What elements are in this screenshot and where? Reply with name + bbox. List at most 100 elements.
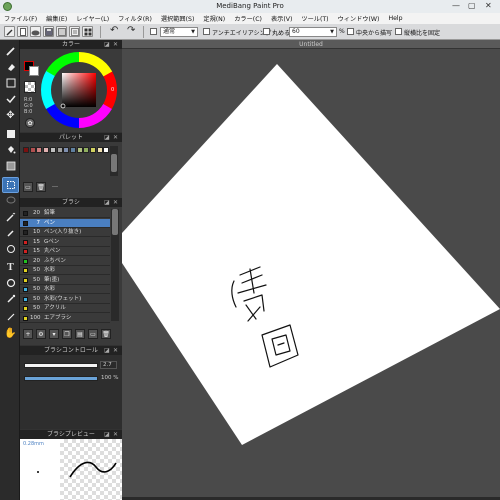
antialias-checkbox[interactable] xyxy=(203,28,210,35)
brush-size-value[interactable]: 2.7 xyxy=(100,361,117,369)
pin-icon[interactable]: ◪ xyxy=(104,40,110,49)
delete-brush-icon[interactable]: 🗑 xyxy=(101,329,111,339)
text-icon[interactable]: T xyxy=(3,260,18,274)
pages-icon[interactable] xyxy=(69,26,80,37)
pin-icon[interactable]: ◪ xyxy=(104,430,110,439)
export-icon[interactable] xyxy=(56,26,67,37)
brush-item[interactable]: 15 Gペン xyxy=(20,238,110,247)
brush-item[interactable]: 15 丸ペン xyxy=(20,247,110,256)
magic-wand-icon[interactable] xyxy=(3,210,18,224)
palette-swatch[interactable] xyxy=(29,147,36,153)
aspect-checkbox[interactable] xyxy=(395,28,402,35)
move-icon[interactable]: ✥ xyxy=(3,108,18,122)
canvas-area[interactable]: Untitled xyxy=(122,40,500,500)
close-icon[interactable]: ✕ xyxy=(113,346,118,355)
palette-swatch[interactable] xyxy=(69,147,76,153)
transparent-color[interactable] xyxy=(24,81,36,93)
menu-filter[interactable]: フィルタ(R) xyxy=(118,14,152,23)
blend-mode-select[interactable]: 通常 ▼ xyxy=(160,27,198,37)
paper[interactable] xyxy=(122,64,500,445)
background-color[interactable] xyxy=(29,66,39,76)
scroll-thumb[interactable] xyxy=(111,154,117,172)
rect-select-icon[interactable] xyxy=(3,76,18,90)
brush-item[interactable]: 50 水彩(ウェット) xyxy=(20,295,110,304)
color-settings-icon[interactable]: ✿ xyxy=(25,118,35,128)
bucket-icon[interactable] xyxy=(3,143,18,157)
brush-item[interactable]: 100 エアブラシ xyxy=(20,314,110,323)
grid-icon[interactable] xyxy=(82,26,93,37)
menu-color[interactable]: カラー(C) xyxy=(234,14,262,23)
add-brush-icon[interactable]: + xyxy=(23,329,33,339)
brush-item[interactable]: 10 ペン(入り抜き) xyxy=(20,228,110,237)
brush-icon[interactable] xyxy=(3,44,18,58)
palette-swatch[interactable] xyxy=(63,147,70,153)
menu-select[interactable]: 選択範囲(S) xyxy=(161,14,195,23)
maximize-button[interactable]: ▢ xyxy=(468,1,476,10)
round-select[interactable]: 60 ▼ xyxy=(289,27,337,37)
dropper-icon[interactable] xyxy=(3,226,18,240)
hand-icon[interactable]: ✋ xyxy=(3,326,18,340)
palette-swatch[interactable] xyxy=(23,147,29,153)
palette-swatch[interactable] xyxy=(90,147,96,153)
menu-layer[interactable]: レイヤー(L) xyxy=(76,14,109,23)
pin-icon[interactable]: ◪ xyxy=(104,346,110,355)
delete-palette-icon[interactable]: 🗑 xyxy=(36,182,46,192)
palette-scrollbar[interactable] xyxy=(110,146,118,176)
brush-item[interactable]: 50 筆(墨) xyxy=(20,276,110,285)
add-palette-icon[interactable]: ▭ xyxy=(23,182,33,192)
menu-view[interactable]: 表示(V) xyxy=(271,14,292,23)
palette-swatch[interactable] xyxy=(43,147,50,153)
palette-swatch[interactable] xyxy=(96,147,103,153)
menu-help[interactable]: Help xyxy=(388,15,402,22)
brush-item[interactable]: 50 水彩 xyxy=(20,285,110,294)
document-tab[interactable]: Untitled xyxy=(122,40,500,49)
minimize-button[interactable]: — xyxy=(452,1,460,10)
lasso-icon[interactable] xyxy=(3,194,18,208)
brush-settings-icon[interactable]: ⚙ xyxy=(36,329,46,339)
palette-swatch[interactable] xyxy=(49,147,56,153)
select-pen-icon[interactable] xyxy=(2,177,19,193)
palette-swatch[interactable] xyxy=(103,147,110,153)
center-checkbox[interactable] xyxy=(347,28,354,35)
cloud-icon[interactable] xyxy=(30,26,41,37)
menu-ruler[interactable]: 定規(N) xyxy=(203,14,225,23)
brush-tool-icon[interactable] xyxy=(4,26,15,37)
check-icon[interactable] xyxy=(3,92,18,106)
brush-item[interactable]: 50 水彩 xyxy=(20,266,110,275)
close-button[interactable]: ✕ xyxy=(485,1,492,10)
pin-icon[interactable]: ◪ xyxy=(104,198,110,207)
palette-swatch[interactable] xyxy=(36,147,43,153)
eyedropper-icon[interactable] xyxy=(3,292,18,306)
brush-item[interactable]: 7 ペン xyxy=(20,218,110,228)
brush-item[interactable]: 20 鉛筆 xyxy=(20,209,110,218)
undo-icon[interactable]: ↶ xyxy=(110,25,118,36)
scroll-thumb[interactable] xyxy=(112,209,118,235)
menu-file[interactable]: ファイル(F) xyxy=(4,14,37,23)
palette-swatch[interactable] xyxy=(56,147,63,153)
close-icon[interactable]: ✕ xyxy=(113,430,118,439)
brush-folder-icon[interactable]: ▭ xyxy=(88,329,98,339)
brush-menu-icon[interactable]: ▾ xyxy=(49,329,59,339)
divide-icon[interactable] xyxy=(3,242,18,256)
brush-edit-icon[interactable]: ▤ xyxy=(75,329,85,339)
canvas-view[interactable] xyxy=(122,49,500,500)
close-icon[interactable]: ✕ xyxy=(113,198,118,207)
brush-item[interactable]: 50 アクリル xyxy=(20,304,110,313)
menu-window[interactable]: ウィンドウ(W) xyxy=(338,14,380,23)
shape-icon[interactable] xyxy=(3,276,18,290)
brush-size-slider[interactable] xyxy=(24,363,98,368)
close-icon[interactable]: ✕ xyxy=(113,133,118,142)
pin-icon[interactable]: ◪ xyxy=(104,133,110,142)
brush-item[interactable]: 20 ふちペン xyxy=(20,257,110,266)
brush-scrollbar[interactable] xyxy=(111,209,119,321)
round-checkbox[interactable] xyxy=(263,28,270,35)
menu-tool[interactable]: ツール(T) xyxy=(301,14,328,23)
eraser-icon[interactable] xyxy=(3,60,18,74)
redo-icon[interactable]: ↷ xyxy=(127,25,135,36)
save-icon[interactable] xyxy=(43,26,54,37)
close-icon[interactable]: ✕ xyxy=(113,40,118,49)
gradient-icon[interactable] xyxy=(3,159,18,173)
opacity-slider[interactable] xyxy=(24,376,98,381)
palette-swatch[interactable] xyxy=(76,147,83,153)
brush-copy-icon[interactable]: ❐ xyxy=(62,329,72,339)
